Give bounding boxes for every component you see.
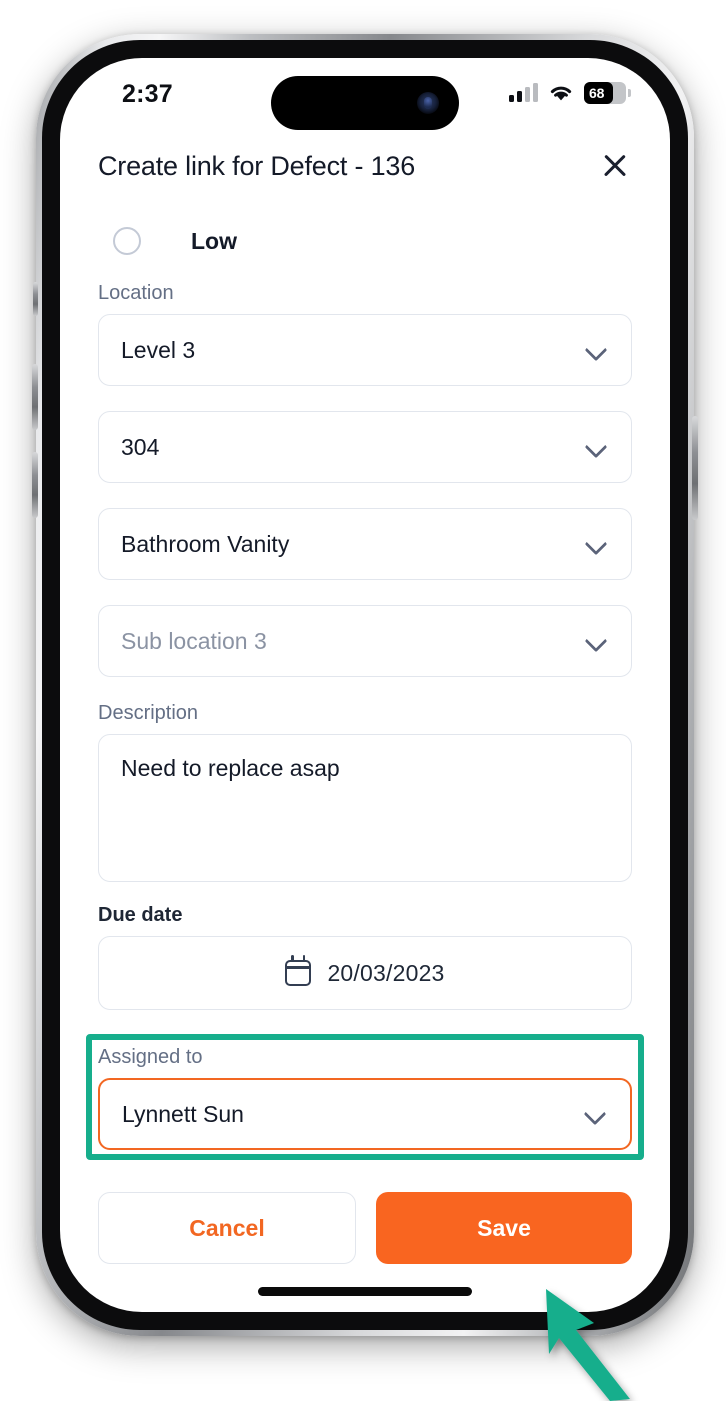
- location-sublocation3-select[interactable]: Sub location 3: [98, 605, 632, 677]
- volume-down-button[interactable]: [32, 452, 38, 518]
- phone-screen: 2:37 68 Create link for Defect - 136 Low…: [60, 58, 670, 1312]
- battery-level: 68: [589, 85, 605, 101]
- dynamic-island: [271, 76, 459, 130]
- assigned-to-label: Assigned to: [98, 1046, 203, 1068]
- due-date-value: 20/03/2023: [327, 959, 445, 986]
- location-sublocation2-value: Bathroom Vanity: [121, 530, 290, 557]
- chevron-down-icon: [587, 535, 605, 553]
- location-room-select[interactable]: 304: [98, 411, 632, 483]
- power-button[interactable]: [692, 416, 698, 520]
- location-label: Location: [98, 282, 174, 304]
- description-input[interactable]: Need to replace asap: [98, 734, 632, 882]
- sheet-header: Create link for Defect - 136: [60, 132, 670, 200]
- assigned-to-select[interactable]: Lynnett Sun: [98, 1078, 632, 1150]
- form-actions: Cancel Save: [60, 1192, 670, 1264]
- chevron-down-icon: [587, 341, 605, 359]
- cellular-signal-icon: [509, 83, 538, 102]
- chevron-down-icon: [587, 632, 605, 650]
- priority-option-low[interactable]: Low: [98, 200, 632, 282]
- assigned-to-value: Lynnett Sun: [122, 1100, 244, 1127]
- calendar-icon: [284, 955, 312, 986]
- create-link-form: Low Location Level 3 304 Bathroom Vanity…: [60, 200, 670, 1160]
- location-level-value: Level 3: [121, 336, 196, 363]
- front-camera-icon: [417, 92, 439, 114]
- status-indicators: 68: [509, 82, 631, 104]
- assigned-to-section: Assigned to Lynnett Sun: [86, 1034, 644, 1160]
- page-title: Create link for Defect - 136: [98, 150, 416, 181]
- phone-bezel: 2:37 68 Create link for Defect - 136 Low…: [42, 40, 688, 1330]
- priority-option-label: Low: [191, 227, 237, 254]
- phone-device-frame: 2:37 68 Create link for Defect - 136 Low…: [32, 34, 698, 1336]
- chevron-down-icon: [586, 1105, 604, 1123]
- silent-switch[interactable]: [33, 282, 38, 316]
- due-date-input[interactable]: 20/03/2023: [98, 936, 632, 1010]
- location-level-select[interactable]: Level 3: [98, 314, 632, 386]
- radio-button-icon[interactable]: [113, 227, 141, 255]
- wifi-icon: [550, 86, 572, 101]
- status-time: 2:37: [122, 80, 173, 108]
- home-indicator: [258, 1287, 472, 1296]
- cancel-button[interactable]: Cancel: [98, 1192, 356, 1264]
- location-sublocation3-value: Sub location 3: [121, 627, 267, 654]
- volume-up-button[interactable]: [32, 364, 38, 430]
- location-sublocation2-select[interactable]: Bathroom Vanity: [98, 508, 632, 580]
- save-button[interactable]: Save: [376, 1192, 632, 1264]
- due-date-label: Due date: [98, 904, 183, 926]
- status-bar: 2:37 68: [60, 58, 670, 132]
- location-room-value: 304: [121, 433, 160, 460]
- chevron-down-icon: [587, 438, 605, 456]
- description-label: Description: [98, 702, 199, 724]
- battery-icon: 68: [584, 82, 631, 104]
- close-icon[interactable]: [598, 149, 632, 183]
